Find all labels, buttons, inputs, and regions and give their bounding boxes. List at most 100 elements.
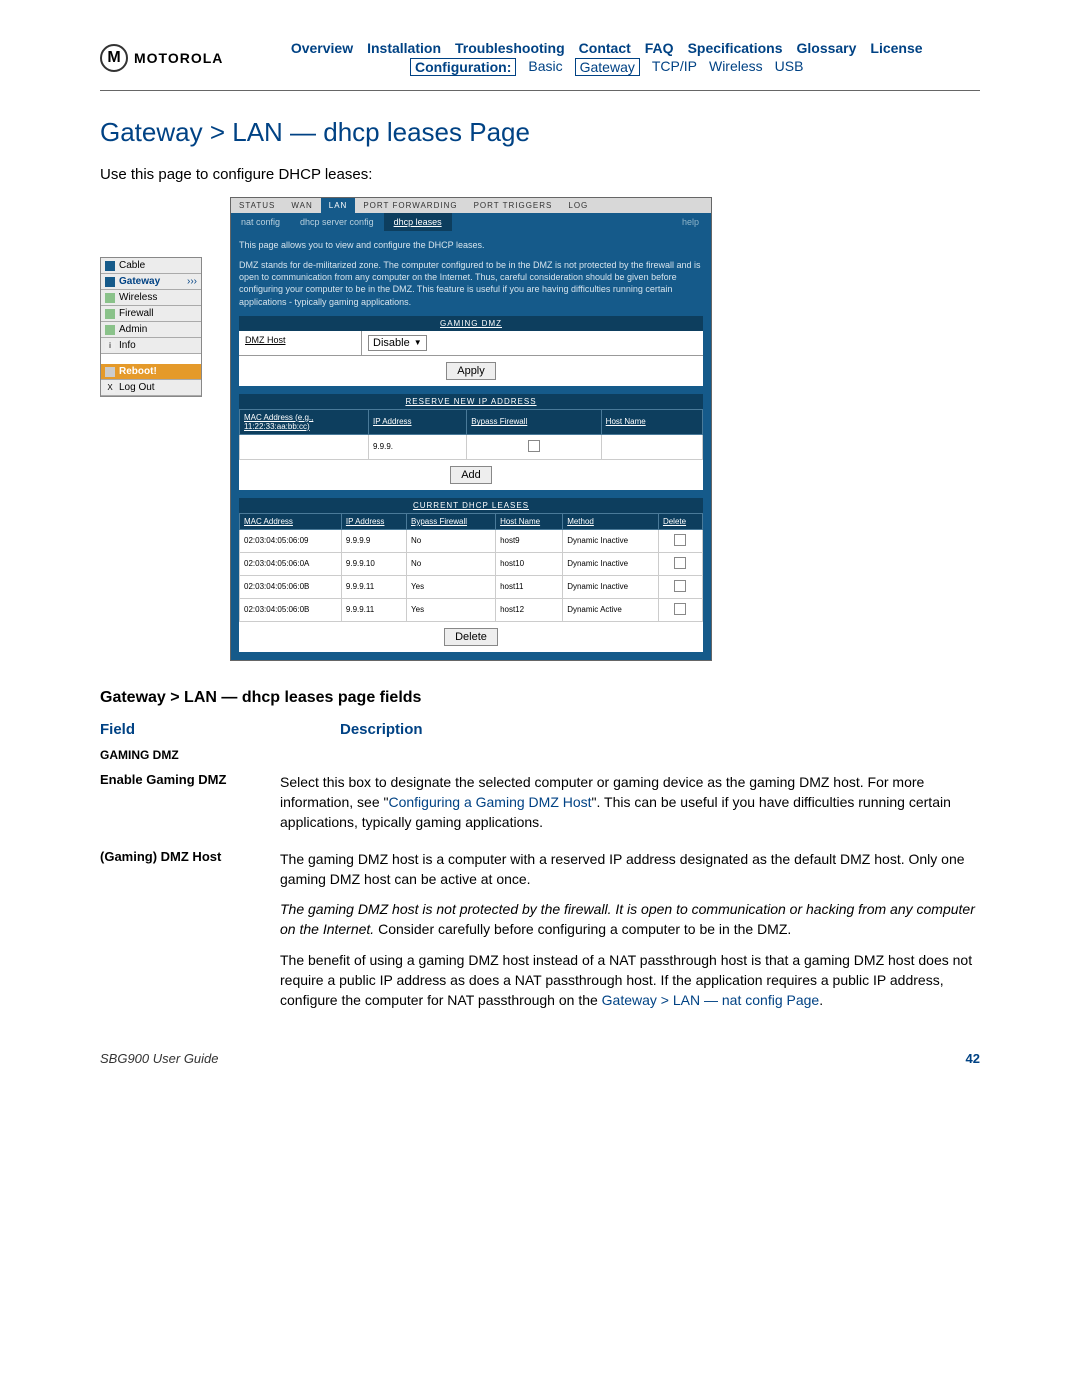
sidenav-marker: X <box>105 383 115 393</box>
sidenav-item[interactable]: Cable <box>101 258 201 274</box>
subnav-link[interactable]: Basic <box>528 58 562 76</box>
subnav-lead: Configuration: <box>410 58 516 76</box>
fields-title: Gateway > LAN — dhcp leases page fields <box>100 689 980 707</box>
help-link[interactable]: help <box>672 213 711 231</box>
gaming-section-label: GAMING DMZ <box>100 748 980 762</box>
chevron-down-icon: ▼ <box>414 338 422 347</box>
topnav-link[interactable]: License <box>870 40 922 56</box>
intro-text: Use this page to configure DHCP leases: <box>100 166 980 183</box>
add-button[interactable]: Add <box>450 466 492 484</box>
col-header: Host Name <box>496 513 563 529</box>
table-row: 02:03:04:05:06:0B9.9.9.11Yeshost11Dynami… <box>240 575 703 598</box>
mac-input[interactable] <box>240 434 369 459</box>
subtabs-row: nat configdhcp server configdhcp leases h… <box>231 213 711 231</box>
table-row: 02:03:04:05:06:099.9.9.9Nohost9Dynamic I… <box>240 529 703 552</box>
footer-left: SBG900 User Guide <box>100 1051 219 1066</box>
tab[interactable]: LAN <box>321 198 356 213</box>
subtab[interactable]: dhcp leases <box>384 213 452 231</box>
sidenav-item[interactable]: Wireless <box>101 290 201 306</box>
field-row: (Gaming) DMZ Host The gaming DMZ host is… <box>100 849 980 1011</box>
topnav-link[interactable]: Glossary <box>796 40 856 56</box>
sidenav-item[interactable]: Reboot! <box>101 364 201 380</box>
leases-header: CURRENT DHCP LEASES <box>239 498 703 513</box>
subnav-link[interactable]: Wireless <box>709 58 763 76</box>
subtab[interactable]: nat config <box>231 213 290 231</box>
reserve-header: RESERVE NEW IP ADDRESS <box>239 394 703 409</box>
page-title: Gateway > LAN — dhcp leases Page <box>100 117 980 148</box>
divider <box>100 90 980 91</box>
top-links: Overview Installation Troubleshooting Conta… <box>233 40 980 56</box>
field-columns-header: Field Description <box>100 721 980 738</box>
topnav-link[interactable]: Contact <box>579 40 631 56</box>
table-row: 02:03:04:05:06:0B9.9.9.11Yeshost12Dynami… <box>240 598 703 621</box>
side-nav: CableGateway›››WirelessFirewallAdminiInf… <box>100 257 202 397</box>
tab[interactable]: PORT FORWARDING <box>355 198 465 213</box>
apply-button[interactable]: Apply <box>446 362 496 380</box>
sidenav-marker <box>105 325 115 335</box>
tab[interactable]: LOG <box>560 198 596 213</box>
topnav-link[interactable]: Troubleshooting <box>455 40 565 56</box>
sidenav-marker <box>105 367 115 377</box>
col-header: Host Name <box>601 409 702 434</box>
field-desc: The gaming DMZ host is a computer with a… <box>280 849 980 1011</box>
tab[interactable]: STATUS <box>231 198 283 213</box>
delete-checkbox[interactable] <box>674 534 686 546</box>
gaming-dmz-panel: GAMING DMZ DMZ Host Disable ▼ Apply <box>239 316 703 386</box>
sidenav-marker <box>105 309 115 319</box>
col-header: Bypass Firewall <box>467 409 601 434</box>
footer: SBG900 User Guide 42 <box>100 1051 980 1066</box>
field-name: Enable Gaming DMZ <box>100 772 260 833</box>
sidenav-item[interactable]: Admin <box>101 322 201 338</box>
ip-input[interactable]: 9.9.9. <box>369 434 467 459</box>
field-row: Enable Gaming DMZ Select this box to des… <box>100 772 980 833</box>
sub-links: Configuration: Basic Gateway TCP/IP Wireless… <box>233 58 980 76</box>
sidenav-item[interactable]: Firewall <box>101 306 201 322</box>
tab[interactable]: PORT TRIGGERS <box>466 198 561 213</box>
col-header: Bypass Firewall <box>407 513 496 529</box>
subnav-link[interactable]: USB <box>775 58 804 76</box>
topnav-link[interactable]: Specifications <box>688 40 783 56</box>
bypass-checkbox[interactable] <box>528 440 540 452</box>
logo-text: MOTOROLA <box>134 50 223 66</box>
topnav-link[interactable]: Overview <box>291 40 353 56</box>
sidenav-marker <box>105 261 115 271</box>
shot-desc2: DMZ stands for de-militarized zone. The … <box>239 259 703 308</box>
link-nat-config[interactable]: Gateway > LAN — nat config Page <box>602 992 820 1008</box>
sidenav-marker <box>105 293 115 303</box>
reserve-panel: RESERVE NEW IP ADDRESS MAC Address (e.g.… <box>239 394 703 490</box>
col-header: Delete <box>658 513 702 529</box>
col-header: Method <box>563 513 659 529</box>
dmz-host-label: DMZ Host <box>239 331 362 355</box>
col-header: MAC Address (e.g., 11:22:33:aa:bb:cc) <box>240 409 369 434</box>
subtab[interactable]: dhcp server config <box>290 213 384 231</box>
col-header: IP Address <box>369 409 467 434</box>
screenshot-panel: STATUSWANLANPORT FORWARDINGPORT TRIGGERS… <box>230 197 712 661</box>
hostname-input[interactable] <box>601 434 702 459</box>
page-number: 42 <box>966 1051 980 1066</box>
delete-button[interactable]: Delete <box>444 628 498 646</box>
tab[interactable]: WAN <box>283 198 320 213</box>
logo: M MOTOROLA <box>100 44 223 72</box>
delete-checkbox[interactable] <box>674 580 686 592</box>
sidenav-item[interactable]: iInfo <box>101 338 201 354</box>
sidenav-marker <box>105 277 115 287</box>
leases-panel: CURRENT DHCP LEASES MAC AddressIP Addres… <box>239 498 703 652</box>
sidenav-item[interactable]: Gateway››› <box>101 274 201 290</box>
motorola-icon: M <box>100 44 128 72</box>
subnav-link[interactable]: TCP/IP <box>652 58 697 76</box>
delete-checkbox[interactable] <box>674 603 686 615</box>
topnav: M MOTOROLA Overview Installation Troublesh… <box>100 40 980 76</box>
col-header: IP Address <box>341 513 406 529</box>
subnav-link[interactable]: Gateway <box>575 58 640 76</box>
field-desc: Select this box to designate the selecte… <box>280 772 980 833</box>
gaming-dmz-header: GAMING DMZ <box>239 316 703 331</box>
topnav-link[interactable]: Installation <box>367 40 441 56</box>
field-name: (Gaming) DMZ Host <box>100 849 260 1011</box>
topnav-link[interactable]: FAQ <box>645 40 674 56</box>
link-config-dmz[interactable]: Configuring a Gaming DMZ Host <box>388 794 591 810</box>
sidenav-marker: i <box>105 341 115 351</box>
sidenav-item[interactable]: XLog Out <box>101 380 201 396</box>
delete-checkbox[interactable] <box>674 557 686 569</box>
dmz-host-select[interactable]: Disable ▼ <box>368 335 427 351</box>
tabs-row: STATUSWANLANPORT FORWARDINGPORT TRIGGERS… <box>231 198 711 213</box>
